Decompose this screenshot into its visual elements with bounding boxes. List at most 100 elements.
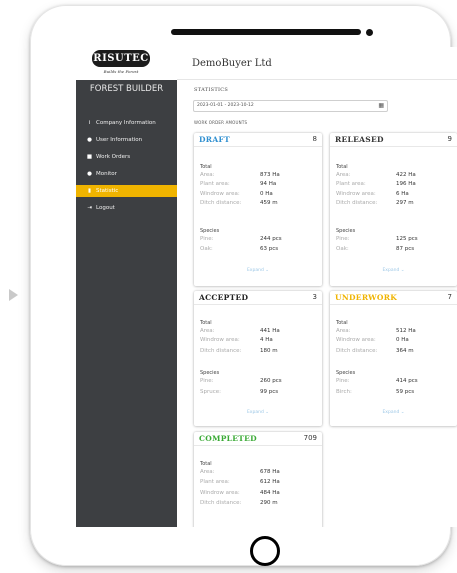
page-title: STATISTICS (194, 87, 229, 93)
logo-area: RISUTEC Builds the Forest (76, 47, 177, 80)
total-label: Total (200, 461, 212, 467)
species-label: Species (336, 370, 356, 376)
chevron-down-icon: ⌄ (265, 410, 270, 415)
stat-label: Plant area: (200, 479, 230, 485)
stat-row: Area: 441 Ha (200, 327, 320, 336)
date-range-value: 2023-01-01 - 2023-10-12 (197, 103, 254, 108)
user-icon: ● (87, 137, 92, 143)
stat-label: Area: (200, 328, 215, 334)
card-accepted: ACCEPTED 3 Total Area: 441 Ha Windrow are… (194, 291, 322, 426)
logout-icon: ⇥ (87, 205, 92, 211)
card-count: 3 (312, 293, 317, 301)
sidebar-item-monitor[interactable]: ● Monitor (76, 168, 177, 180)
sidebar-item-logout[interactable]: ⇥ Logout (76, 202, 177, 214)
expand-label: Expand (246, 410, 264, 415)
date-range-input[interactable]: 2023-01-01 - 2023-10-12 ▦ (193, 100, 388, 112)
chart-icon: ▮ (87, 188, 92, 194)
stat-row: Area: 422 Ha (336, 171, 456, 180)
home-button[interactable] (250, 536, 280, 566)
stat-value: 422 Ha (396, 172, 416, 178)
stat-value: 94 Ha (260, 181, 277, 187)
total-label: Total (336, 320, 348, 326)
species-label: Species (200, 370, 220, 376)
main-content: DemoBuyer Ltd STATISTICS 2023-01-01 - 20… (177, 47, 457, 527)
stat-value: 4 Ha (260, 337, 273, 343)
expand-button[interactable]: Expand ⌄ (330, 410, 457, 415)
species-label: Pine: (336, 378, 350, 384)
species-value: 414 pcs (396, 378, 418, 384)
info-icon: i (88, 120, 91, 126)
species-row: Birch: 59 pcs (336, 388, 456, 397)
stat-row: Windrow area: 0 Ha (200, 190, 320, 199)
stat-label: Ditch distance: (336, 200, 378, 206)
stat-label: Ditch distance: (200, 200, 242, 206)
sidebar-item-label: Company Information (96, 120, 156, 126)
card-title: UNDERWORK (335, 293, 398, 302)
sidebar-item-user-information[interactable]: ● User Information (76, 134, 177, 146)
sidebar-item-work-orders[interactable]: ■ Work Orders (76, 151, 177, 163)
card-count: 9 (447, 135, 452, 143)
stat-label: Area: (200, 172, 215, 178)
stat-label: Plant area: (336, 181, 366, 187)
card-header: UNDERWORK 7 (330, 291, 457, 305)
sidebar: RISUTEC Builds the Forest FOREST BUILDER… (76, 47, 177, 527)
topbar: DemoBuyer Ltd (177, 47, 457, 80)
stat-value: 0 Ha (396, 337, 409, 343)
species-value: 260 pcs (260, 378, 282, 384)
species-value: 244 pcs (260, 236, 282, 242)
species-value: 63 pcs (260, 246, 279, 252)
species-label: Pine: (200, 236, 214, 242)
stat-label: Windrow area: (336, 191, 376, 197)
expand-label: Expand (246, 268, 264, 273)
brand-tagline: Builds the Forest (103, 69, 139, 74)
stat-row: Plant area: 612 Ha (200, 478, 320, 487)
total-label: Total (336, 164, 348, 170)
stat-row: Plant area: 196 Ha (336, 180, 456, 189)
company-name: DemoBuyer Ltd (192, 58, 272, 69)
stat-row: Ditch distance: 290 m (200, 499, 320, 508)
card-header: DRAFT 8 (194, 133, 322, 147)
stat-label: Area: (336, 328, 351, 334)
card-title: COMPLETED (199, 434, 257, 443)
species-value: 125 pcs (396, 236, 418, 242)
card-released: RELEASED 9 Total Area: 422 Ha Plant area:… (330, 133, 457, 286)
calendar-icon[interactable]: ▦ (378, 101, 384, 111)
species-label: Pine: (336, 236, 350, 242)
expand-button[interactable]: Expand ⌄ (330, 268, 457, 273)
card-header: ACCEPTED 3 (194, 291, 322, 305)
stat-label: Windrow area: (200, 337, 240, 343)
expand-label: Expand (382, 410, 400, 415)
stat-row: Windrow area: 484 Ha (200, 489, 320, 498)
stat-label: Area: (200, 469, 215, 475)
stat-row: Area: 678 Ha (200, 468, 320, 477)
species-row: Pine: 244 pcs (200, 235, 320, 244)
stat-row: Windrow area: 0 Ha (336, 336, 456, 345)
species-label: Pine: (200, 378, 214, 384)
species-value: 87 pcs (396, 246, 415, 252)
stat-label: Windrow area: (200, 191, 240, 197)
expand-button[interactable]: Expand ⌄ (194, 268, 322, 273)
stat-value: 459 m (260, 200, 278, 206)
stat-value: 612 Ha (260, 479, 280, 485)
card-count: 7 (447, 293, 452, 301)
sidebar-item-company-information[interactable]: i Company Information (76, 117, 177, 129)
stat-value: 6 Ha (396, 191, 409, 197)
stat-row: Area: 873 Ha (200, 171, 320, 180)
species-row: Pine: 260 pcs (200, 377, 320, 386)
species-label: Oak: (200, 246, 213, 252)
expand-button[interactable]: Expand ⌄ (194, 410, 322, 415)
sidebar-item-statistic[interactable]: ▮ Statistic (76, 185, 177, 197)
stat-row: Ditch distance: 459 m (200, 199, 320, 208)
brand-logo[interactable]: RISUTEC (92, 50, 150, 67)
card-header: COMPLETED 709 (194, 432, 322, 446)
card-draft: DRAFT 8 Total Area: 873 Ha Plant area: 94 … (194, 133, 322, 286)
stat-value: 297 m (396, 200, 414, 206)
speaker-slot (171, 29, 361, 35)
stat-value: 290 m (260, 500, 278, 506)
stat-value: 364 m (396, 348, 414, 354)
card-title: RELEASED (335, 135, 384, 144)
stat-value: 678 Ha (260, 469, 280, 475)
total-label: Total (200, 320, 212, 326)
card-header: RELEASED 9 (330, 133, 457, 147)
stat-label: Ditch distance: (200, 348, 242, 354)
